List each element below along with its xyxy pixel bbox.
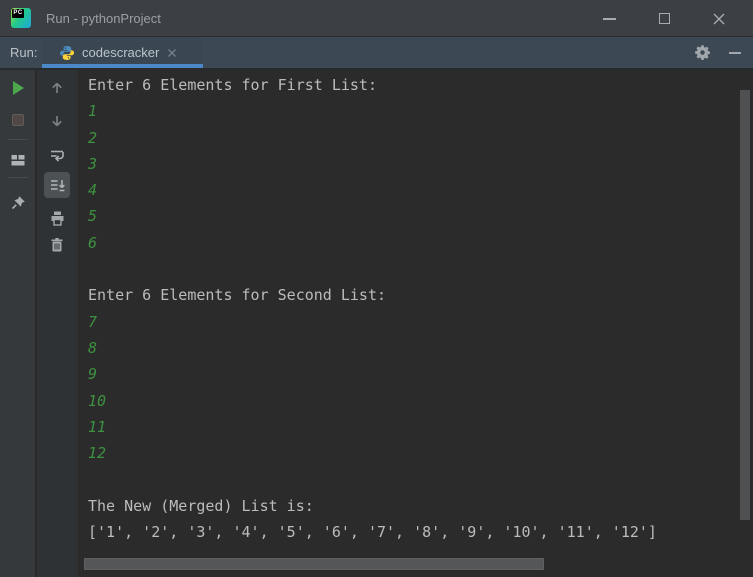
console-line: The New (Merged) List is: — [88, 496, 314, 515]
run-toolwindow-body: Enter 6 Elements for First List: 1 2 3 4 5 6 E… — [0, 70, 753, 577]
console-line: 5 — [88, 207, 98, 226]
scroll-to-end-icon — [50, 179, 65, 191]
printer-icon — [51, 211, 63, 226]
console-line: 4 — [88, 181, 98, 200]
clear-all-button[interactable] — [44, 232, 70, 258]
run-toolbar-left — [0, 70, 36, 577]
restore-layout-button[interactable] — [4, 146, 32, 174]
console-toolbar — [37, 70, 78, 577]
window-controls — [595, 0, 747, 37]
console-line: Enter 6 Elements for Second List: — [88, 286, 387, 305]
print-button[interactable] — [44, 205, 70, 231]
console-line: ['1', '2', '3', '4', '5', '6', '7', '8',… — [88, 523, 657, 542]
gear-icon — [695, 45, 710, 60]
console-line: 1 — [88, 102, 98, 121]
close-button[interactable] — [705, 5, 733, 33]
hide-icon — [729, 51, 741, 54]
soft-wrap-button[interactable] — [44, 142, 70, 168]
stop-icon — [12, 114, 24, 126]
settings-gear-button[interactable] — [694, 44, 711, 61]
console-line: Enter 6 Elements for First List: — [88, 76, 377, 94]
console-line: 7 — [88, 312, 98, 331]
console-line: 2 — [88, 128, 98, 147]
tab-active-underline — [42, 64, 203, 68]
console-line: 12 — [88, 444, 107, 463]
runbar-right-actions — [694, 37, 741, 68]
vertical-scrollbar-thumb[interactable] — [740, 90, 750, 520]
pin-tab-button[interactable] — [4, 188, 32, 216]
pycharm-logo-text: PC — [12, 9, 24, 18]
rerun-button[interactable] — [4, 74, 32, 102]
down-stack-trace-button[interactable] — [44, 108, 70, 134]
maximize-icon — [658, 13, 670, 24]
hide-toolwindow-button[interactable] — [729, 51, 741, 54]
console-line: 10 — [88, 391, 107, 410]
maximize-button[interactable] — [650, 5, 678, 33]
horizontal-scrollbar-thumb[interactable] — [84, 558, 544, 570]
title-bar: PC Run - pythonProject — [0, 0, 753, 37]
toolbar-separator — [8, 139, 28, 140]
close-icon — [168, 48, 177, 57]
up-stack-trace-button[interactable] — [44, 75, 70, 101]
pycharm-run-window: PC Run - pythonProject Run: codescracker — [0, 0, 753, 577]
soft-wrap-icon — [50, 150, 64, 162]
console-line: 3 — [88, 154, 98, 173]
pin-icon — [11, 195, 25, 209]
tab-close-button[interactable] — [166, 47, 178, 59]
run-toolwindow-header: Run: codescracker — [0, 37, 753, 70]
window-title: Run - pythonProject — [46, 10, 161, 26]
console-line: 11 — [88, 417, 107, 436]
tab-codescracker[interactable]: codescracker — [42, 37, 203, 68]
pycharm-logo-icon: PC — [11, 8, 31, 28]
stop-button[interactable] — [4, 106, 32, 134]
console-line: 6 — [88, 233, 98, 252]
minimize-button[interactable] — [595, 5, 623, 33]
run-play-icon — [12, 81, 24, 95]
layout-icon — [11, 155, 25, 166]
close-icon — [713, 13, 725, 24]
console-output: Enter 6 Elements for First List: 1 2 3 4 5 6 E… — [78, 70, 753, 577]
python-icon — [60, 45, 74, 60]
scroll-to-end-button[interactable] — [44, 172, 70, 198]
toolbar-separator — [8, 177, 28, 178]
arrow-down-icon — [52, 116, 62, 127]
minimize-icon — [602, 17, 616, 20]
run-label: Run: — [10, 45, 38, 60]
console-line: 8 — [88, 338, 98, 357]
tab-label: codescracker — [82, 45, 160, 60]
console-line: 9 — [88, 365, 98, 384]
trash-icon — [51, 238, 63, 252]
arrow-up-icon — [52, 82, 62, 93]
